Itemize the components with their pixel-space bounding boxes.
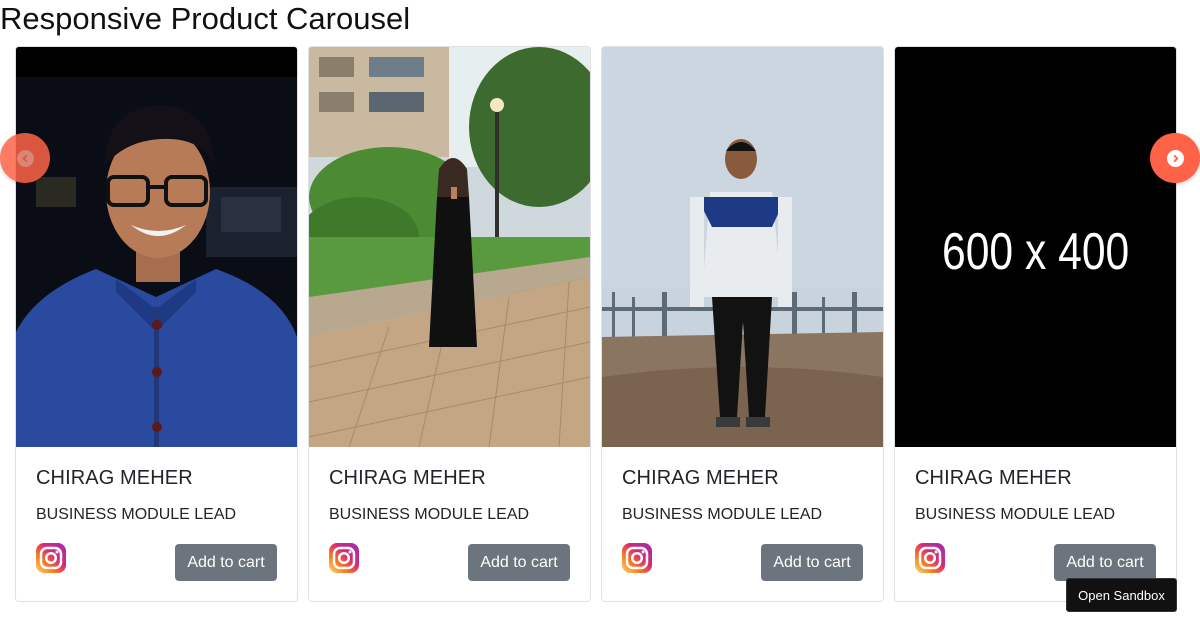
product-card: 600 x 400 CHIRAG MEHER BUSINESS MODULE L… [894, 46, 1177, 602]
card-subtitle: BUSINESS MODULE LEAD [622, 506, 823, 523]
page-title: Responsive Product Carousel [0, 1, 411, 36]
add-to-cart-button[interactable]: Add to cart [175, 544, 277, 581]
card-title: CHIRAG MEHER [36, 467, 193, 489]
add-to-cart-button[interactable]: Add to cart [761, 544, 863, 581]
carousel-next-button[interactable] [1150, 133, 1200, 183]
card-body: CHIRAG MEHER BUSINESS MODULE LEAD Add to… [622, 447, 863, 601]
instagram-icon[interactable] [36, 543, 66, 573]
instagram-icon[interactable] [622, 543, 652, 573]
product-carousel: CHIRAG MEHER BUSINESS MODULE LEAD Add to… [0, 46, 1200, 602]
page: Responsive Product Carousel CHIRAG MEHER… [0, 0, 1200, 630]
card-subtitle: BUSINESS MODULE LEAD [36, 506, 237, 523]
chevron-left-icon [16, 149, 34, 167]
product-card: CHIRAG MEHER BUSINESS MODULE LEAD Add to… [15, 46, 298, 602]
product-card: CHIRAG MEHER BUSINESS MODULE LEAD Add to… [308, 46, 591, 602]
card-subtitle: BUSINESS MODULE LEAD [329, 506, 530, 523]
instagram-icon[interactable] [915, 543, 945, 573]
card-subtitle: BUSINESS MODULE LEAD [915, 506, 1116, 523]
open-sandbox-button[interactable]: Open Sandbox [1066, 578, 1177, 612]
card-body: CHIRAG MEHER BUSINESS MODULE LEAD Add to… [36, 447, 277, 601]
card-body: CHIRAG MEHER BUSINESS MODULE LEAD Add to… [329, 447, 570, 601]
instagram-icon[interactable] [329, 543, 359, 573]
card-title: CHIRAG MEHER [915, 467, 1072, 489]
card-image [602, 47, 883, 447]
card-title: CHIRAG MEHER [622, 467, 779, 489]
add-to-cart-button[interactable]: Add to cart [468, 544, 570, 581]
product-card: CHIRAG MEHER BUSINESS MODULE LEAD Add to… [601, 46, 884, 602]
add-to-cart-button[interactable]: Add to cart [1054, 544, 1156, 581]
placeholder-image: 600 x 400 [895, 47, 1176, 447]
carousel-prev-button[interactable] [0, 133, 50, 183]
placeholder-text: 600 x 400 [942, 223, 1129, 281]
chevron-right-icon [1166, 149, 1184, 167]
card-title: CHIRAG MEHER [329, 467, 486, 489]
card-image [309, 47, 590, 447]
card-image [16, 47, 297, 447]
